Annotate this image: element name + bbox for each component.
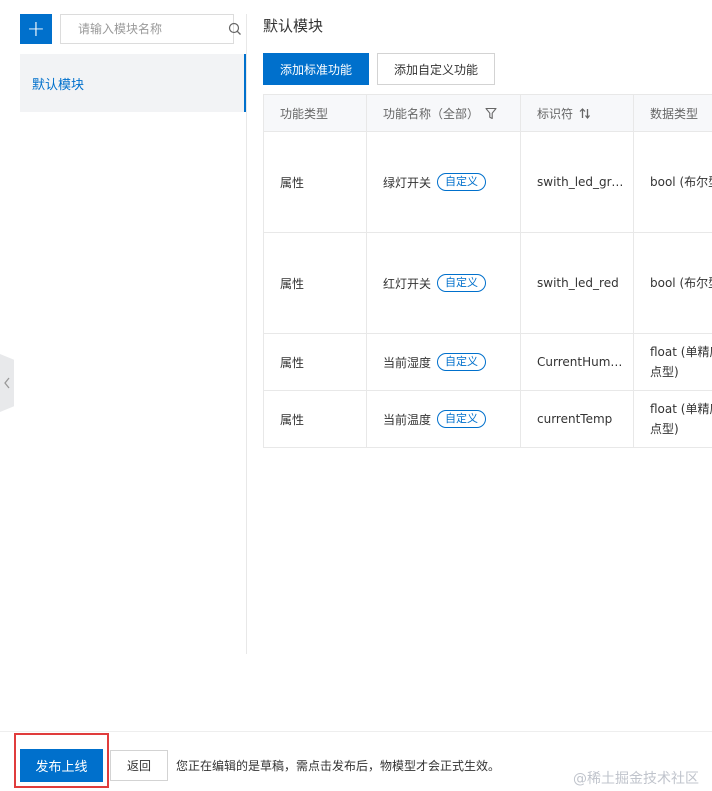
module-title: 默认模块	[263, 17, 324, 35]
cell-data-type: bool (布尔型)	[633, 232, 712, 334]
identifier-text: swith_led_red	[537, 276, 619, 290]
function-name-text: 绿灯开关	[383, 175, 432, 190]
collapse-sidebar-handle[interactable]	[0, 354, 14, 412]
draft-notice: 您正在编辑的是草稿，需点击发布后，物模型才会正式生效。	[176, 759, 501, 773]
cell-data-type: float (单精度浮点型)	[633, 333, 712, 391]
header-data-type-label: 数据类型	[650, 106, 699, 121]
header-function-name: 功能名称（全部）	[366, 94, 521, 132]
cell-function-type: 属性	[263, 390, 367, 448]
custom-tag: 自定义	[437, 353, 487, 371]
custom-tag: 自定义	[437, 173, 487, 191]
header-function-type: 功能类型	[263, 94, 367, 132]
identifier-text: currentTemp	[537, 412, 613, 426]
function-name-text: 当前温度	[383, 412, 432, 427]
cell-function-type: 属性	[263, 131, 367, 233]
header-function-name-label: 功能名称（全部）	[383, 106, 480, 121]
cell-function-name: 红灯开关 自定义	[366, 232, 521, 334]
add-custom-function-button[interactable]: 添加自定义功能	[377, 53, 495, 85]
data-type-line1: bool (布尔型)	[650, 276, 712, 290]
filter-icon[interactable]	[485, 107, 497, 120]
function-table: 功能类型 功能名称（全部） 标识符 数据类型 属性 绿灯开关 自定义 swith…	[263, 94, 712, 448]
cell-identifier: swith_led_red	[520, 232, 634, 334]
table-row: 属性 绿灯开关自定义 swith_led_gre... bool (布尔型)	[263, 131, 712, 233]
data-type-line1: bool (布尔型)	[650, 175, 712, 189]
cell-function-name: 当前湿度 自定义	[366, 333, 521, 391]
add-module-button[interactable]: +	[20, 14, 52, 44]
cell-function-name: 绿灯开关 自定义	[366, 131, 521, 233]
cell-identifier: currentTemp	[520, 390, 634, 448]
custom-tag: 自定义	[437, 410, 487, 428]
identifier-text: CurrentHumi...	[537, 355, 626, 369]
cell-data-type: float (单精度浮点型)	[633, 390, 712, 448]
cell-function-type: 属性	[263, 232, 367, 334]
table-row: 属性 当前湿度自定义 CurrentHumi... float (单精度浮点型)	[263, 333, 712, 391]
cell-identifier: CurrentHumi...	[520, 333, 634, 391]
module-list: 默认模块	[20, 54, 246, 112]
cell-identifier: swith_led_gre...	[520, 131, 634, 233]
watermark: @稀土掘金技术社区	[573, 771, 699, 787]
sort-icon[interactable]	[579, 107, 591, 120]
header-data-type: 数据类型	[633, 94, 712, 132]
cell-function-type: 属性	[263, 333, 367, 391]
cell-function-name: 当前温度 自定义	[366, 390, 521, 448]
back-button[interactable]: 返回	[110, 750, 168, 781]
module-search-box[interactable]	[60, 14, 241, 44]
table-header-row: 功能类型 功能名称（全部） 标识符 数据类型	[263, 94, 712, 132]
function-name-text: 红灯开关	[383, 276, 432, 291]
table-row: 属性 当前温度自定义 currentTemp float (单精度浮点型)	[263, 390, 712, 448]
header-identifier: 标识符	[520, 94, 634, 132]
custom-tag: 自定义	[437, 274, 487, 292]
table-row: 属性 红灯开关自定义 swith_led_red bool (布尔型)	[263, 232, 712, 334]
plus-icon: +	[26, 16, 46, 42]
module-item-label: 默认模块	[32, 77, 85, 93]
add-standard-function-button[interactable]: 添加标准功能	[263, 53, 369, 85]
cell-data-type: bool (布尔型)	[633, 131, 712, 233]
publish-button[interactable]: 发布上线	[20, 749, 103, 782]
identifier-text: swith_led_gre...	[537, 175, 631, 189]
footer-divider	[0, 731, 712, 732]
data-type-line2: 点型)	[650, 422, 679, 436]
module-search-input[interactable]	[61, 15, 228, 43]
module-item-default[interactable]: 默认模块	[20, 54, 246, 112]
function-name-text: 当前湿度	[383, 355, 432, 370]
data-type-line1: float (单精度浮	[650, 345, 712, 359]
search-icon[interactable]	[228, 15, 242, 43]
data-type-line1: float (单精度浮	[650, 402, 712, 416]
data-type-line2: 点型)	[650, 365, 679, 379]
header-function-type-label: 功能类型	[280, 106, 329, 121]
chevron-left-icon	[4, 377, 10, 389]
panel-divider	[246, 14, 247, 654]
header-identifier-label: 标识符	[537, 106, 574, 121]
